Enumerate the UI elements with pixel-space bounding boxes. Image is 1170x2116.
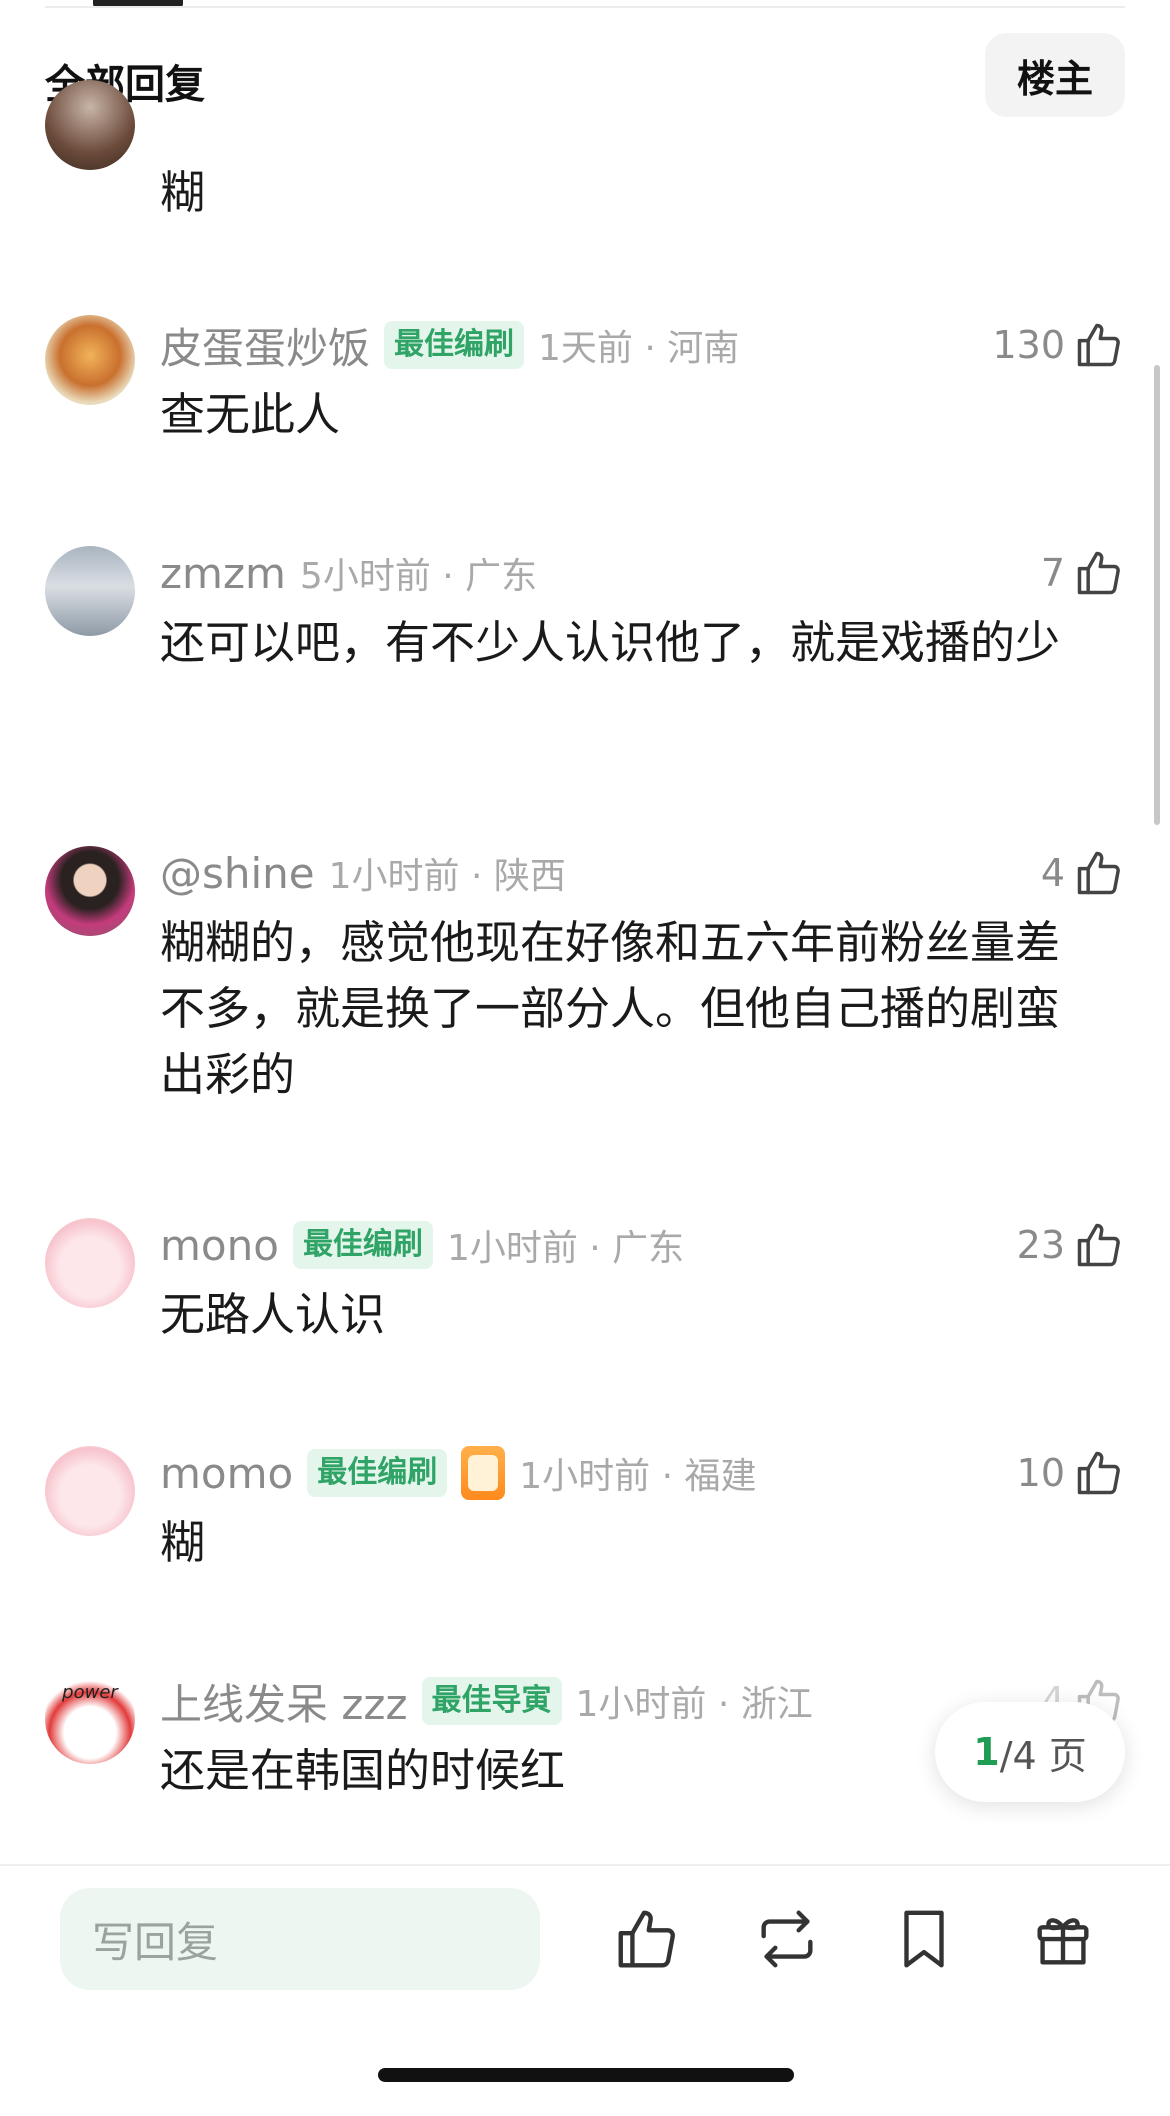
thumbs-up-icon[interactable] [612, 1904, 682, 1974]
like-count: 10 [1016, 1451, 1065, 1495]
reply-input[interactable]: 写回复 [60, 1888, 540, 1990]
comment-text: 糊糊的，感觉他现在好像和五六年前粉丝量差不多，就是换了一部分人。但他自己播的剧蛮… [160, 916, 1061, 1101]
comment-text: 无路人认识 [160, 1288, 386, 1341]
comment-text: 糊 [160, 1516, 206, 1569]
total-pages: /4 页 [999, 1733, 1087, 1778]
thumbs-up-icon [1077, 1223, 1120, 1267]
comment-meta: zmzm 5小时前 · 广东 [160, 543, 537, 603]
username[interactable]: 皮蛋蛋炒饭 [160, 315, 370, 376]
comment-meta: mono 最佳编刷 1小时前 · 广东 [160, 1215, 684, 1275]
comment-item: mono 最佳编刷 1小时前 · 广东 23 无路人认识 [0, 1215, 1170, 1365]
username[interactable]: @shine [160, 849, 315, 898]
replies-header: 全部回复 楼主 [0, 30, 1170, 120]
page-indicator[interactable]: 1 /4 页 [935, 1702, 1125, 1802]
comment-meta: 上线发呆 zzz 最佳导寅 1小时前 · 浙江 [160, 1671, 813, 1731]
op-only-button[interactable]: 楼主 [985, 33, 1125, 117]
user-avatar[interactable]: power [45, 1674, 135, 1764]
comment-time-location: 5小时前 · 广东 [299, 556, 538, 597]
comment-item: @shine 1小时前 · 陕西 4 糊糊的，感觉他现在好像和五六年前粉丝量差不… [0, 843, 1170, 1123]
like-button[interactable]: 23 [1017, 1215, 1125, 1275]
comment-time-location: 1小时前 · 陕西 [328, 856, 566, 897]
fan-medal-icon [461, 1446, 506, 1500]
comment-time-location: 1小时前 · 浙江 [575, 1684, 813, 1725]
username[interactable]: 上线发呆 zzz [160, 1671, 408, 1732]
comment-meta: 皮蛋蛋炒饭 最佳编刷 1天前 · 河南 [160, 315, 739, 375]
thumbs-up-icon [1077, 323, 1120, 367]
thumbs-up-icon [1077, 851, 1120, 895]
user-badge: 最佳导寅 [421, 1677, 562, 1725]
user-avatar[interactable] [45, 546, 135, 636]
scrollbar[interactable] [1154, 365, 1160, 825]
user-avatar[interactable] [45, 1218, 135, 1308]
user-badge: 最佳编刷 [384, 321, 525, 369]
comment-item: 皮蛋蛋炒饭 最佳编刷 1天前 · 河南 130 查无此人 [0, 315, 1170, 465]
gift-icon[interactable] [1028, 1904, 1098, 1974]
comment-item: zmzm 5小时前 · 广东 7 还可以吧，有不少人认识他了，就是戏播的少 [0, 543, 1170, 743]
user-badge: 最佳编刷 [292, 1221, 433, 1269]
username[interactable]: mono [160, 1221, 279, 1270]
like-button[interactable]: 7 [1041, 543, 1125, 603]
thumbs-up-icon [1077, 551, 1120, 595]
comment-time-location: 1小时前 · 福建 [519, 1456, 757, 1497]
user-avatar[interactable] [45, 1446, 135, 1536]
user-badge: 最佳编刷 [307, 1449, 448, 1497]
user-avatar[interactable] [45, 315, 135, 405]
comment-item: 糊 [0, 80, 1170, 230]
top-divider [45, 6, 1125, 8]
like-button[interactable]: 10 [1017, 1443, 1125, 1503]
like-button[interactable]: 4 [1041, 843, 1125, 903]
user-avatar[interactable] [45, 846, 135, 936]
like-count: 7 [1040, 551, 1065, 595]
avatar-text: power [62, 1682, 118, 1703]
username[interactable]: zmzm [160, 549, 286, 598]
like-count: 23 [1016, 1223, 1065, 1267]
comment-text: 查无此人 [160, 388, 341, 441]
comment-text: 还可以吧，有不少人认识他了，就是戏播的少 [160, 616, 1061, 669]
comment-time-location: 1小时前 · 广东 [446, 1228, 685, 1269]
bookmark-icon[interactable] [889, 1904, 959, 1974]
like-count: 4 [1040, 851, 1065, 895]
comment-item: momo 最佳编刷 1小时前 · 福建 10 糊 [0, 1443, 1170, 1593]
user-avatar[interactable] [45, 80, 135, 170]
comment-meta: momo 最佳编刷 1小时前 · 福建 [160, 1443, 756, 1503]
current-page: 1 [973, 1730, 1000, 1774]
comment-text: 糊 [160, 166, 206, 219]
username[interactable]: momo [160, 1449, 293, 1498]
repost-icon[interactable] [752, 1904, 822, 1974]
thumbs-up-icon [1077, 1451, 1120, 1495]
like-count: 130 [992, 323, 1065, 367]
like-button[interactable]: 130 [992, 315, 1125, 375]
home-indicator[interactable] [378, 2068, 794, 2082]
comment-time-location: 1天前 · 河南 [538, 328, 740, 369]
comment-meta: @shine 1小时前 · 陕西 [160, 843, 566, 903]
bottom-action-bar: 写回复 [0, 1864, 1170, 2116]
